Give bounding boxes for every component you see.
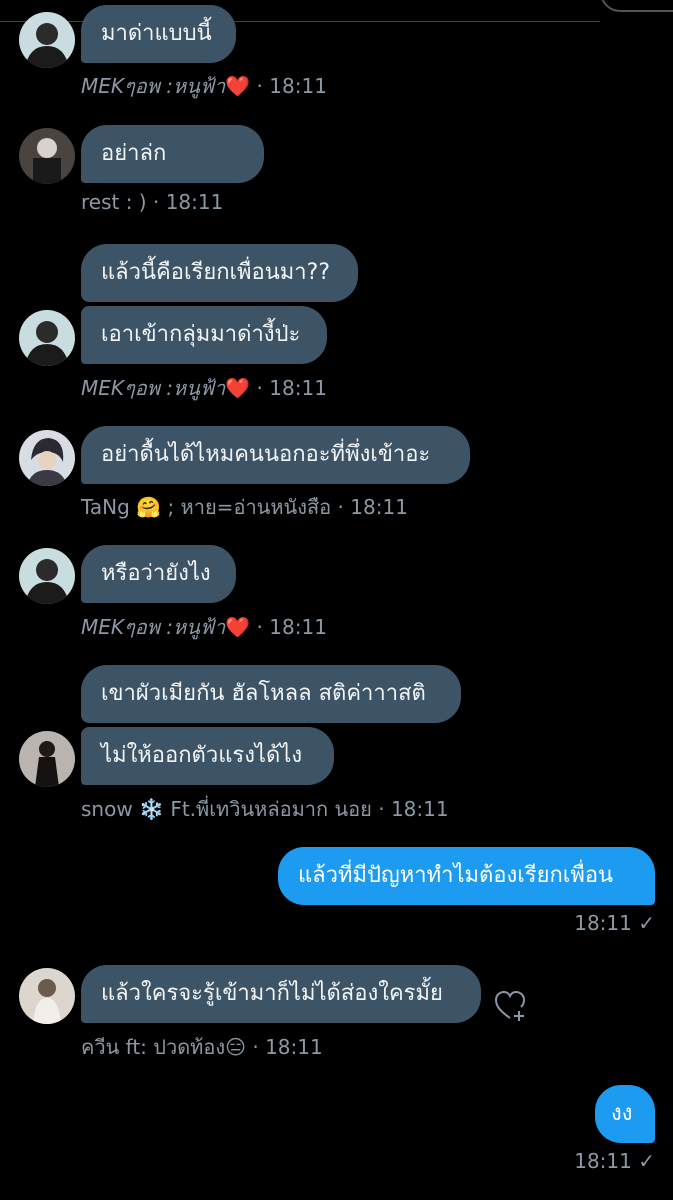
message-text: เอาเข้ากลุ่มมาด่างี้ป่ะ: [101, 322, 301, 347]
avatar[interactable]: [19, 128, 75, 184]
message-bubble[interactable]: เอาเข้ากลุ่มมาด่างี้ป่ะ: [81, 306, 327, 364]
avatar[interactable]: [19, 731, 75, 787]
message-bubble[interactable]: หรือว่ายังไง: [81, 545, 236, 603]
snowflake-emoji: ❄️: [139, 797, 164, 821]
heart-emoji: ❤️: [225, 376, 251, 400]
message-text: ไม่ให้ออกตัวแรงได้ไง: [101, 743, 303, 768]
message-bubble[interactable]: อย่าดื้นได้ไหมคนนอกอะที่พึ่งเข้าอะ: [81, 426, 470, 484]
separator: ·: [250, 74, 270, 98]
header-corner: [600, 0, 673, 12]
separator: ·: [146, 190, 166, 214]
timestamp: 18:11: [269, 615, 327, 639]
message-meta: 18:11 ✓: [574, 1149, 655, 1173]
avatar[interactable]: [19, 430, 75, 486]
message-bubble[interactable]: แล้วใครจะรู้เข้ามาก็ไม่ได้ส่องใครมั้ย: [81, 965, 481, 1023]
separator: ·: [371, 797, 391, 821]
timestamp: 18:11: [390, 797, 449, 821]
heart-emoji: ❤️: [225, 615, 251, 639]
message-bubble-outgoing[interactable]: แล้วที่มีปัญหาทำไมต้องเรียกเพื่อน: [278, 847, 655, 905]
message-meta: TaNg 🤗 ; หาย=อ่านหนังสือ · 18:11: [81, 491, 408, 523]
message-text: งง: [611, 1101, 633, 1126]
separator: ·: [246, 1035, 266, 1059]
message-text: เขาผัวเมียกัน ฮัลโหลล สติค่าาาสติ: [101, 681, 426, 706]
timestamp: 18:11: [269, 376, 327, 400]
react-heart-icon[interactable]: [494, 990, 528, 1024]
message-text: หรือว่ายังไง: [101, 561, 211, 586]
sender-status: ; หาย=อ่านหนังสือ: [167, 495, 332, 519]
avatar[interactable]: [19, 12, 75, 68]
timestamp: 18:11: [574, 1149, 632, 1173]
separator: ·: [331, 495, 351, 519]
message-bubble-outgoing[interactable]: งง: [595, 1085, 655, 1143]
message-meta: ควีน ft: ปวดท้อง😑 · 18:11: [81, 1031, 323, 1063]
timestamp: 18:11: [165, 190, 224, 214]
message-meta: rest : ) · 18:11: [81, 190, 223, 214]
timestamp: 18:11: [574, 911, 632, 935]
message-text: แล้วนี้คือเรียกเพื่อนมา??: [101, 260, 331, 285]
sender-name: snow: [81, 797, 133, 821]
sender-name: MEKๆอพ :หนูฟ้า: [81, 376, 226, 400]
message-meta: 18:11 ✓: [574, 911, 655, 935]
sender-name: ควีน ft: ปวดท้อง: [81, 1035, 226, 1059]
message-bubble[interactable]: เขาผัวเมียกัน ฮัลโหลล สติค่าาาสติ: [81, 665, 461, 723]
message-bubble[interactable]: อย่าล่ก: [81, 125, 264, 183]
sender-name: MEKๆอพ :หนูฟ้า: [81, 74, 226, 98]
timestamp: 18:11: [269, 74, 327, 98]
message-bubble[interactable]: ไม่ให้ออกตัวแรงได้ไง: [81, 727, 334, 785]
separator: ·: [250, 376, 270, 400]
separator: ·: [250, 615, 270, 639]
read-check-icon: ✓: [638, 911, 655, 935]
sender-name: MEKๆอพ :หนูฟ้า: [81, 615, 226, 639]
timestamp: 18:11: [265, 1035, 323, 1059]
message-bubble[interactable]: แล้วนี้คือเรียกเพื่อนมา??: [81, 244, 358, 302]
avatar[interactable]: [19, 310, 75, 366]
avatar[interactable]: [19, 548, 75, 604]
avatar[interactable]: [19, 968, 75, 1024]
message-meta: snow ❄️ Ft.พี่เทวินหล่อมาก นอย · 18:11: [81, 793, 449, 825]
sender-status: Ft.พี่เทวินหล่อมาก นอย: [170, 797, 372, 821]
expressionless-emoji: 😑: [225, 1035, 246, 1059]
message-text: มาด่าแบบนี้: [101, 21, 212, 46]
message-meta: MEKๆอพ :หนูฟ้า❤️ · 18:11: [81, 611, 327, 643]
heart-emoji: ❤️: [225, 74, 251, 98]
message-meta: MEKๆอพ :หนูฟ้า❤️ · 18:11: [81, 70, 327, 102]
message-text: แล้วที่มีปัญหาทำไมต้องเรียกเพื่อน: [298, 863, 614, 888]
message-bubble[interactable]: มาด่าแบบนี้: [81, 5, 236, 63]
sender-name: rest : ): [81, 190, 147, 214]
message-text: อย่าล่ก: [101, 141, 167, 166]
message-meta: MEKๆอพ :หนูฟ้า❤️ · 18:11: [81, 372, 327, 404]
message-text: อย่าดื้นได้ไหมคนนอกอะที่พึ่งเข้าอะ: [101, 442, 431, 467]
timestamp: 18:11: [350, 495, 408, 519]
hug-emoji: 🤗: [136, 495, 162, 519]
sender-name: TaNg: [81, 495, 130, 519]
read-check-icon: ✓: [638, 1149, 655, 1173]
message-text: แล้วใครจะรู้เข้ามาก็ไม่ได้ส่องใครมั้ย: [101, 981, 443, 1006]
